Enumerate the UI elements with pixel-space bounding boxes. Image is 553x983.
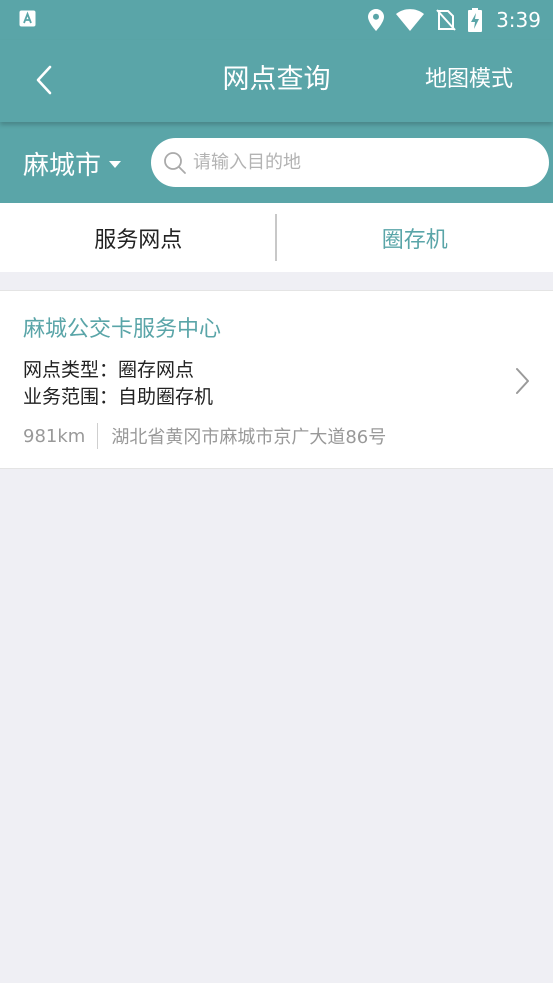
app-notification-icon xyxy=(19,10,36,27)
tab-recharge-machines[interactable]: 圈存机 xyxy=(277,203,553,272)
service-point-meta: 981km 湖北省黄冈市麻城市京广大道86号 xyxy=(23,423,386,449)
list-item[interactable]: 麻城公交卡服务中心 网点类型：圈存网点 业务范围：自助圈存机 981km 湖北省… xyxy=(0,290,553,469)
tab-bar: 服务网点 圈存机 xyxy=(0,203,553,272)
status-time: 3:39 xyxy=(496,8,541,32)
search-box[interactable] xyxy=(151,138,549,187)
service-point-scope: 业务范围：自助圈存机 xyxy=(23,386,214,408)
no-sim-icon xyxy=(436,9,456,31)
tab-service-points[interactable]: 服务网点 xyxy=(0,203,277,272)
location-icon xyxy=(368,9,385,31)
city-label: 麻城市 xyxy=(23,150,102,181)
address: 湖北省黄冈市麻城市京广大道86号 xyxy=(111,427,387,448)
caret-down-icon xyxy=(109,160,122,168)
nav-bar: 网点查询 地图模式 xyxy=(0,40,553,122)
wifi-icon xyxy=(396,9,425,31)
search-icon xyxy=(164,151,186,174)
service-point-name: 麻城公交卡服务中心 xyxy=(23,317,222,342)
chevron-right-icon xyxy=(516,368,529,394)
distance: 981km xyxy=(23,425,86,447)
city-selector[interactable]: 麻城市 xyxy=(23,140,122,186)
meta-divider xyxy=(97,423,99,449)
tab-divider xyxy=(275,214,277,261)
battery-charging-icon xyxy=(468,8,483,32)
service-point-type: 网点类型：圈存网点 xyxy=(23,359,195,381)
map-mode-button[interactable]: 地图模式 xyxy=(425,60,513,100)
status-bar: 3:39 xyxy=(0,0,553,40)
search-row: 麻城市 xyxy=(0,126,553,203)
search-input[interactable] xyxy=(193,152,493,173)
